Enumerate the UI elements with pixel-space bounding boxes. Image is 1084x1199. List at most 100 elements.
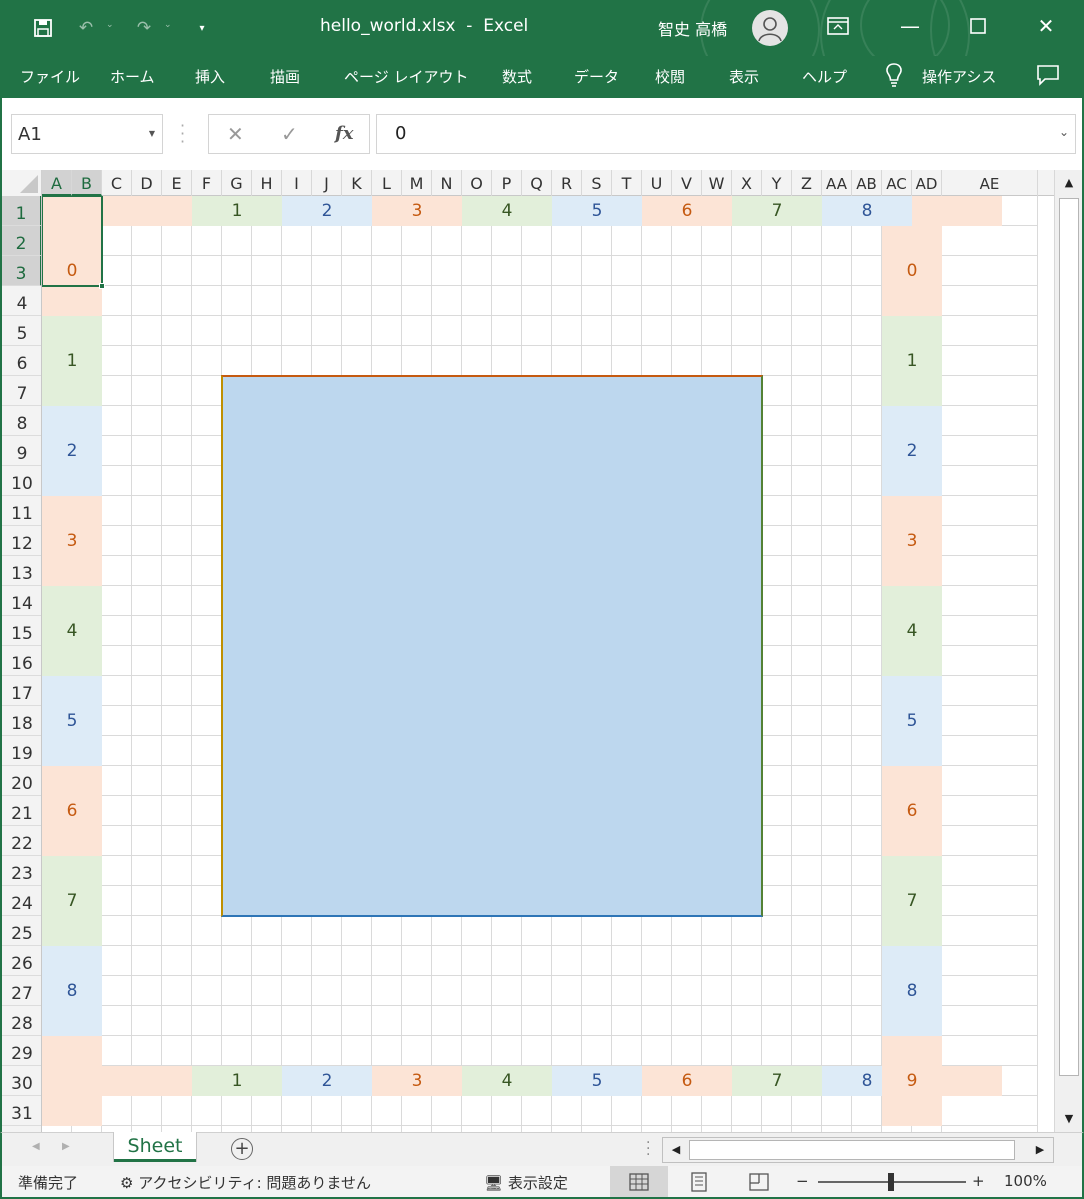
top-label-5[interactable]: 5 <box>552 196 642 226</box>
sheet-tab[interactable]: Sheet <box>114 1132 196 1162</box>
tab-help[interactable]: ヘルプ <box>802 66 847 87</box>
column-header-w[interactable]: W <box>702 170 732 196</box>
name-box[interactable]: A1 ▼ <box>11 114 163 154</box>
bottom-label-7[interactable]: 7 <box>732 1066 822 1096</box>
row-header-11[interactable]: 11 <box>2 496 41 526</box>
row-header-21[interactable]: 21 <box>2 796 41 826</box>
column-header-aa[interactable]: AA <box>822 170 852 196</box>
center-rectangle[interactable] <box>221 375 763 917</box>
column-header-ac[interactable]: AC <box>882 170 912 196</box>
tab-page-layout[interactable]: ページ レイアウト <box>344 66 468 87</box>
row-header-29[interactable]: 29 <box>2 1036 41 1066</box>
right-label-6[interactable]: 6 <box>882 766 942 856</box>
row-header-2[interactable]: 2 <box>2 226 41 256</box>
display-settings-button[interactable]: 🖥 表示設定 <box>484 1172 568 1193</box>
column-header-p[interactable]: P <box>492 170 522 196</box>
top-label-8[interactable]: 8 <box>822 196 912 226</box>
left-label-2[interactable]: 2 <box>42 406 102 496</box>
page-break-view-icon[interactable] <box>730 1166 788 1197</box>
row-header-19[interactable]: 19 <box>2 736 41 766</box>
tab-review[interactable]: 校閲 <box>655 66 685 87</box>
top-label-6[interactable]: 6 <box>642 196 732 226</box>
bottom-label-1[interactable]: 1 <box>192 1066 282 1096</box>
top-label-9[interactable] <box>912 196 1002 226</box>
right-label-1[interactable]: 1 <box>882 316 942 406</box>
top-label-3[interactable]: 3 <box>372 196 462 226</box>
column-header-ae[interactable]: AE <box>942 170 1038 196</box>
column-header-m[interactable]: M <box>402 170 432 196</box>
right-label-4[interactable]: 4 <box>882 586 942 676</box>
row-header-30[interactable]: 30 <box>2 1066 41 1096</box>
add-sheet-icon[interactable]: + <box>231 1138 253 1160</box>
row-header-20[interactable]: 20 <box>2 766 41 796</box>
vertical-scrollbar[interactable]: ▲ ▼ <box>1054 170 1082 1132</box>
row-header-26[interactable]: 26 <box>2 946 41 976</box>
top-label-0[interactable] <box>102 196 192 226</box>
column-header-n[interactable]: N <box>432 170 462 196</box>
bottom-label-5[interactable]: 5 <box>552 1066 642 1096</box>
column-header-h[interactable]: H <box>252 170 282 196</box>
accessibility-status[interactable]: ⚙ アクセシビリティ: 問題ありません <box>120 1172 371 1193</box>
formula-input[interactable]: 0 ⌄ <box>376 114 1076 154</box>
redo-icon[interactable]: ↷ <box>128 12 160 44</box>
column-header-z[interactable]: Z <box>792 170 822 196</box>
column-header-e[interactable]: E <box>162 170 192 196</box>
column-header-f[interactable]: F <box>192 170 222 196</box>
column-header-c[interactable]: C <box>102 170 132 196</box>
top-label-4[interactable]: 4 <box>462 196 552 226</box>
undo-dropdown-icon[interactable]: ⌄ <box>106 20 114 30</box>
column-header-y[interactable]: Y <box>762 170 792 196</box>
tab-home[interactable]: ホーム <box>110 66 155 87</box>
close-icon[interactable]: ✕ <box>1024 8 1068 44</box>
fill-handle[interactable] <box>99 283 105 289</box>
column-header-r[interactable]: R <box>552 170 582 196</box>
tab-insert[interactable]: 挿入 <box>195 66 225 87</box>
scroll-up-icon[interactable]: ▲ <box>1055 170 1082 196</box>
tab-tell-me[interactable]: 操作アシス <box>922 66 996 87</box>
row-header-16[interactable]: 16 <box>2 646 41 676</box>
right-label-8[interactable]: 8 <box>882 946 942 1036</box>
row-header-18[interactable]: 18 <box>2 706 41 736</box>
user-name[interactable]: 智史 高橋 <box>658 16 727 40</box>
right-label-7[interactable]: 7 <box>882 856 942 946</box>
left-label-1[interactable]: 1 <box>42 316 102 406</box>
column-header-s[interactable]: S <box>582 170 612 196</box>
column-header-o[interactable]: O <box>462 170 492 196</box>
row-header-6[interactable]: 6 <box>2 346 41 376</box>
row-header-23[interactable]: 23 <box>2 856 41 886</box>
corner-cell-a30[interactable] <box>42 1066 102 1096</box>
right-label-9[interactable]: 9 <box>882 1036 942 1126</box>
redo-dropdown-icon[interactable]: ⌄ <box>164 20 172 30</box>
row-header-3[interactable]: 3 <box>2 256 41 286</box>
left-label-3[interactable]: 3 <box>42 496 102 586</box>
row-header-4[interactable]: 4 <box>2 286 41 316</box>
row-header-13[interactable]: 13 <box>2 556 41 586</box>
left-label-5[interactable]: 5 <box>42 676 102 766</box>
row-header-12[interactable]: 12 <box>2 526 41 556</box>
column-header-x[interactable]: X <box>732 170 762 196</box>
maximize-icon[interactable] <box>956 8 1000 44</box>
top-label-7[interactable]: 7 <box>732 196 822 226</box>
column-header-j[interactable]: J <box>312 170 342 196</box>
row-header-15[interactable]: 15 <box>2 616 41 646</box>
top-label-1[interactable]: 1 <box>192 196 282 226</box>
right-label-5[interactable]: 5 <box>882 676 942 766</box>
prev-sheet-icon[interactable]: ◀ <box>32 1141 40 1152</box>
row-header-24[interactable]: 24 <box>2 886 41 916</box>
left-label-6[interactable]: 6 <box>42 766 102 856</box>
left-label-7[interactable]: 7 <box>42 856 102 946</box>
row-header-31[interactable]: 31 <box>2 1096 41 1126</box>
bottom-label-3[interactable]: 3 <box>372 1066 462 1096</box>
column-header-ab[interactable]: AB <box>852 170 882 196</box>
zoom-out-button[interactable]: − <box>796 1172 809 1190</box>
cancel-icon[interactable]: ✕ <box>227 122 244 146</box>
row-header-1[interactable]: 1 <box>2 196 41 226</box>
column-header-u[interactable]: U <box>642 170 672 196</box>
top-label-2[interactable]: 2 <box>282 196 372 226</box>
bottom-label-4[interactable]: 4 <box>462 1066 552 1096</box>
tab-draw[interactable]: 描画 <box>270 66 300 87</box>
undo-icon[interactable]: ↶ <box>70 12 102 44</box>
right-label-2[interactable]: 2 <box>882 406 942 496</box>
column-header-i[interactable]: I <box>282 170 312 196</box>
save-icon[interactable] <box>27 12 59 44</box>
